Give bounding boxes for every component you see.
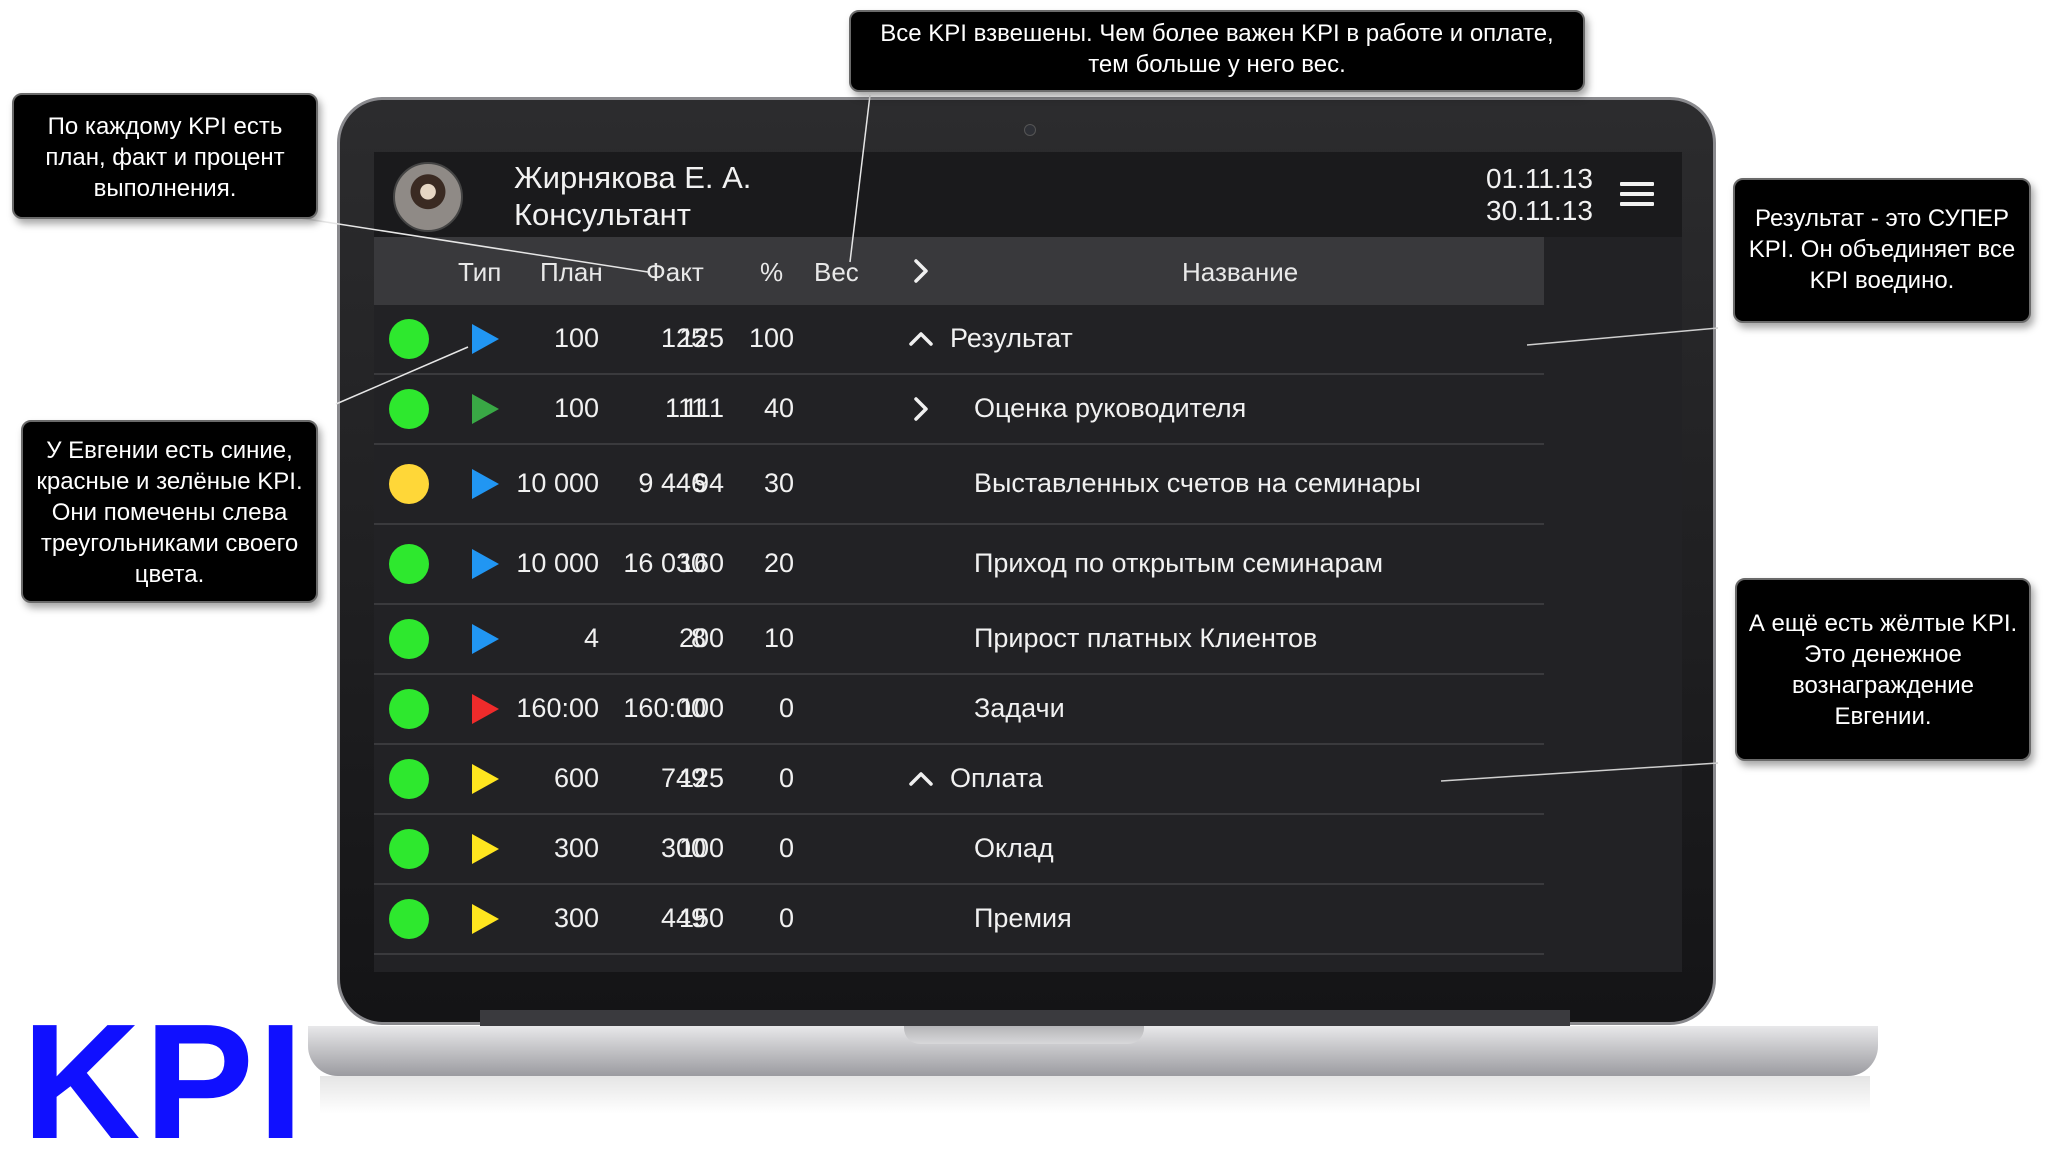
callout-plan-fact: По каждому KPI есть план, факт и процент… [12, 93, 318, 219]
callout-result: Результат - это СУПЕР KPI. Он объединяет… [1733, 178, 2031, 323]
leader-line-result [1526, 327, 1719, 346]
callout-yellow: А ещё есть жёлтые KPI. Это денежное возн… [1735, 578, 2031, 761]
leader-line-yellow [1440, 762, 1719, 782]
callout-weights: Все KPI взвешены. Чем более важен KPI в … [849, 10, 1585, 92]
leader-line-colors [335, 346, 469, 405]
kpi-logo: KPI [22, 990, 308, 1173]
leader-line-weights [849, 94, 871, 263]
leader-line-plan-fact [299, 217, 649, 273]
callout-colors: У Евгении есть синие, красные и зелёные … [21, 420, 318, 603]
